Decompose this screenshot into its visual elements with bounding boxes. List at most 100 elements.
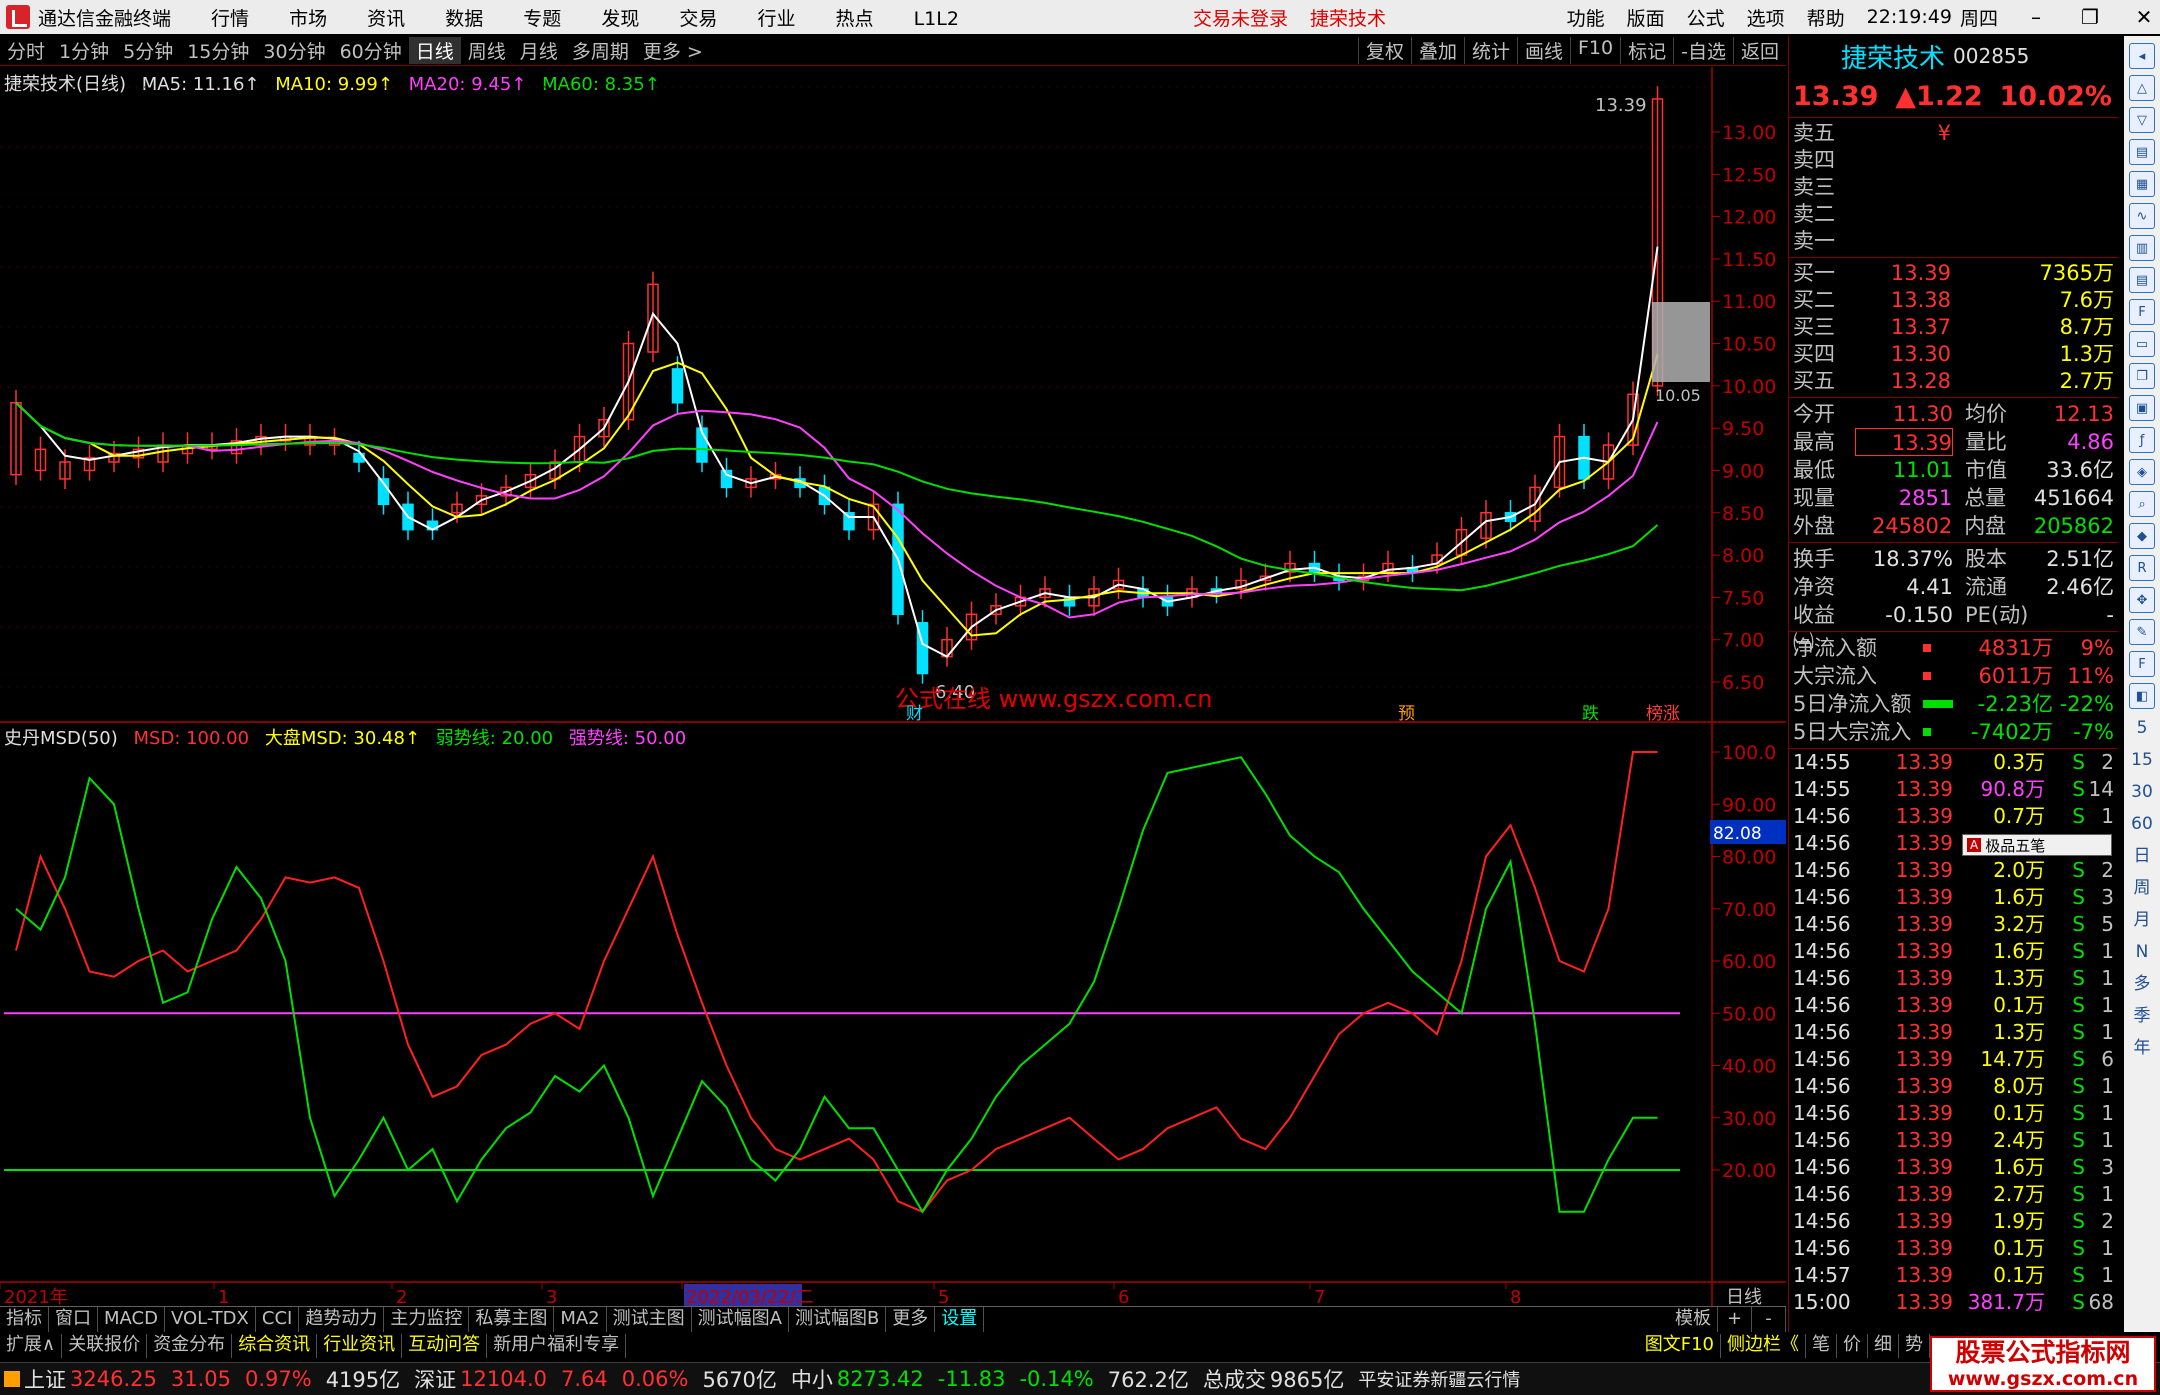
menu-item[interactable]: L1L2 xyxy=(914,8,959,30)
tab-vol[interactable]: VOL-TDX xyxy=(165,1307,256,1332)
add-pane-button[interactable]: + xyxy=(1718,1307,1752,1332)
ask-row[interactable]: 卖四 xyxy=(1789,147,2118,174)
period-30min[interactable]: 30分钟 xyxy=(256,37,332,64)
tab-settings[interactable]: 设置 xyxy=(935,1307,985,1332)
menu-function[interactable]: 功能 xyxy=(1567,4,1605,31)
calc-icon[interactable]: ▣ xyxy=(2129,395,2155,421)
ask-row[interactable]: 卖五 ¥ xyxy=(1789,120,2118,147)
tab-macd[interactable]: MACD xyxy=(98,1307,165,1332)
menu-help[interactable]: 帮助 xyxy=(1807,4,1845,31)
menu-item[interactable]: 资讯 xyxy=(367,8,405,30)
bid-row[interactable]: 买一 13.39 7365万 xyxy=(1789,260,2118,287)
tab-trend-mini[interactable]: 势 xyxy=(1899,1334,1930,1358)
tick-row[interactable]: 14:56 13.39 14.7万 S 6 xyxy=(1789,1046,2118,1073)
tick-row[interactable]: 14:56 13.39 1.3万 S 1 xyxy=(1789,1019,2118,1046)
tick-row[interactable]: 14:56 13.39 3.2万 S 5 xyxy=(1789,911,2118,938)
period-shortcut[interactable]: 季 xyxy=(2127,1001,2157,1031)
tick-row[interactable]: 14:56 13.39 1.6万 S 3 xyxy=(1789,1154,2118,1181)
tab-industry-news[interactable]: 行业资讯 xyxy=(317,1334,403,1358)
tab-news[interactable]: 综合资讯 xyxy=(232,1334,318,1358)
menu-formula[interactable]: 公式 xyxy=(1687,4,1725,31)
tick-row[interactable]: 14:56 13.39 0.7万 S 1 xyxy=(1789,803,2118,830)
tick-row[interactable]: 14:57 13.39 0.1万 S 1 xyxy=(1789,1262,2118,1289)
ask-row[interactable]: 卖一 xyxy=(1789,228,2118,255)
tick-row[interactable]: 14:56 13.39 2.4万 S 1 xyxy=(1789,1127,2118,1154)
map-icon[interactable]: ◈ xyxy=(2129,459,2155,485)
period-shortcut[interactable]: 30 xyxy=(2127,777,2157,807)
tab-indicator[interactable]: 指标 xyxy=(0,1307,49,1332)
bid-row[interactable]: 买三 13.37 8.7万 xyxy=(1789,314,2118,341)
period-daily[interactable]: 日线 xyxy=(408,37,461,64)
ime-popup[interactable]: A 极品五笔 xyxy=(1962,834,2112,856)
tab-expand[interactable]: 扩展∧ xyxy=(0,1334,63,1358)
period-multi[interactable]: 多周期 xyxy=(565,37,636,64)
tab-test-main[interactable]: 测试主图 xyxy=(607,1307,692,1332)
period-shortcut[interactable]: 日 xyxy=(2127,841,2157,871)
tab-qa[interactable]: 互动问答 xyxy=(402,1334,488,1358)
period-weekly[interactable]: 周线 xyxy=(461,37,513,64)
bid-row[interactable]: 买二 13.38 7.6万 xyxy=(1789,287,2118,314)
tick-row[interactable]: 14:56 13.39 1.6万 S 1 xyxy=(1789,938,2118,965)
period-shortcut[interactable]: 15 xyxy=(2127,745,2157,775)
period-1min[interactable]: 1分钟 xyxy=(52,37,116,64)
tick-row[interactable]: 14:55 13.39 0.3万 S 2 xyxy=(1789,749,2118,776)
shrink-icon[interactable]: ◂ xyxy=(2129,43,2155,69)
menu-layout[interactable]: 版面 xyxy=(1627,4,1665,31)
news-icon[interactable]: ▤ xyxy=(2129,267,2155,293)
menu-item[interactable]: 交易 xyxy=(679,8,717,30)
tab-detail[interactable]: 细 xyxy=(1868,1334,1899,1358)
search-icon[interactable]: ⌕ xyxy=(2129,491,2155,517)
back-button[interactable]: 返回 xyxy=(1732,37,1786,64)
menu-item[interactable]: 发现 xyxy=(601,8,639,30)
tab-private-fund[interactable]: 私募主图 xyxy=(469,1307,555,1332)
ask-row[interactable]: 卖二 xyxy=(1789,201,2118,228)
tick-row[interactable]: 14:56 13.39 2.7万 S 1 xyxy=(1789,1181,2118,1208)
remove-pane-button[interactable]: - xyxy=(1752,1307,1786,1332)
template-button[interactable]: 模板 xyxy=(1669,1307,1718,1332)
tab-cci[interactable]: CCI xyxy=(256,1307,300,1332)
tick-row[interactable]: 14:56 13.39 1.9万 S 2 xyxy=(1789,1208,2118,1235)
period-5min[interactable]: 5分钟 xyxy=(116,37,180,64)
login-warning[interactable]: 交易未登录 xyxy=(1193,4,1288,31)
tick-row[interactable]: 14:56 13.39 1.3万 S 1 xyxy=(1789,965,2118,992)
pen-icon[interactable]: ✎ xyxy=(2129,619,2155,645)
chart-canvas[interactable]: 13.00 12.50 12.00 11.50 11.00 10.50 10.00 9.50 9… xyxy=(0,67,1786,1307)
stats-button[interactable]: 统计 xyxy=(1463,37,1517,64)
chart-icon[interactable]: ∿ xyxy=(2129,203,2155,229)
tab-test-a[interactable]: 测试幅图A xyxy=(692,1307,789,1332)
period-shortcut[interactable]: 周 xyxy=(2127,873,2157,903)
grid-icon[interactable]: ▦ xyxy=(2129,171,2155,197)
period-60min[interactable]: 60分钟 xyxy=(333,37,409,64)
tab-main-force[interactable]: 主力监控 xyxy=(384,1307,470,1332)
candle-icon[interactable]: ▥ xyxy=(2129,235,2155,261)
down-icon[interactable]: ▽ xyxy=(2129,107,2155,133)
list-icon[interactable]: ▤ xyxy=(2129,139,2155,165)
tick-row[interactable]: 14:56 13.39 2.0万 S 2 xyxy=(1789,857,2118,884)
tab-more[interactable]: 更多 xyxy=(886,1307,936,1332)
period-shortcut[interactable]: 5 xyxy=(2127,713,2157,743)
menu-item[interactable]: 行情 xyxy=(211,8,249,30)
tick-row[interactable]: 14:56 13.39 0.1万 S 1 xyxy=(1789,1235,2118,1262)
minimize-icon[interactable]: – xyxy=(2020,5,2052,29)
tab-bi[interactable]: 笔 xyxy=(1806,1334,1837,1358)
tab-fund-distribution[interactable]: 资金分布 xyxy=(147,1334,233,1358)
bid-row[interactable]: 买五 13.28 2.7万 xyxy=(1789,368,2118,395)
tab-related-quote[interactable]: 关联报价 xyxy=(62,1334,148,1358)
period-intraday[interactable]: 分时 xyxy=(0,37,52,64)
tick-row[interactable]: 14:56 13.39 8.0万 S 1 xyxy=(1789,1073,2118,1100)
period-shortcut[interactable]: 60 xyxy=(2127,809,2157,839)
tab-price[interactable]: 价 xyxy=(1837,1334,1868,1358)
up-icon[interactable]: △ xyxy=(2129,75,2155,101)
tick-row[interactable]: 14:56 13.39 0.1万 S 1 xyxy=(1789,992,2118,1019)
period-shortcut[interactable]: 月 xyxy=(2127,905,2157,935)
index-sh-name[interactable]: 上证 xyxy=(24,1364,66,1394)
f-icon[interactable]: ƒ xyxy=(2129,427,2155,453)
overlay-button[interactable]: 叠加 xyxy=(1410,37,1464,64)
tick-row[interactable]: 14:55 13.39 90.8万 S 14 xyxy=(1789,776,2118,803)
ask-row[interactable]: 卖三 xyxy=(1789,174,2118,201)
menu-item[interactable]: 热点 xyxy=(836,8,874,30)
rsi-icon[interactable]: R xyxy=(2129,555,2155,581)
menu-item[interactable]: 数据 xyxy=(445,8,483,30)
period-monthly[interactable]: 月线 xyxy=(513,37,565,64)
period-more[interactable]: 更多 > xyxy=(636,37,710,64)
